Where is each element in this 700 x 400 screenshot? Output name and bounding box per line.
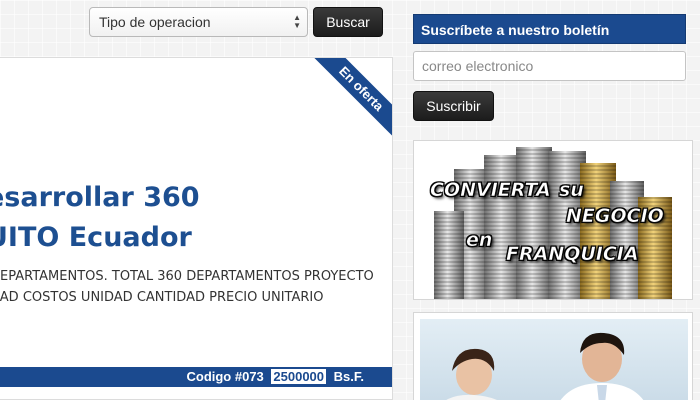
operation-type-select[interactable]: Tipo de operacion ▲ ▼	[89, 7, 308, 37]
listing-title-line2: UITO Ecuador	[0, 222, 192, 253]
listing-title-line1: esarrollar 360	[0, 182, 200, 213]
newsletter-title: Suscríbete a nuestro boletín	[413, 14, 686, 44]
listing-code-bar: Codigo #073 2500000 Bs.F.	[0, 367, 392, 387]
listing-description-line2: DAD COSTOS UNIDAD CANTIDAD PRECIO UNITAR…	[0, 290, 324, 305]
listing-currency: Bs.F.	[333, 369, 364, 384]
listing-code: Codigo #073	[186, 369, 264, 384]
listing-description-line1: DEPARTAMENTOS. TOTAL 360 DEPARTAMENTOS P…	[0, 269, 374, 284]
subscribe-button[interactable]: Suscribir	[413, 91, 494, 121]
banner-word-en: en	[466, 229, 493, 252]
banner-word-franquicia: FRANQUICIA	[506, 243, 639, 266]
business-people-image	[420, 319, 688, 400]
listing-card[interactable]: En oferta esarrollar 360 UITO Ecuador DE…	[0, 57, 393, 400]
listing-description: DEPARTAMENTOS. TOTAL 360 DEPARTAMENTOS P…	[0, 266, 382, 308]
select-arrows-icon: ▲ ▼	[293, 13, 301, 30]
franchise-banner[interactable]: CONVIERTA su NEGOCIO en FRANQUICIA	[413, 140, 693, 300]
banner-word-su: su	[559, 179, 584, 202]
people-photo-ad[interactable]	[413, 312, 693, 400]
search-button[interactable]: Buscar	[313, 7, 383, 37]
offer-ribbon-label: En oferta	[307, 58, 392, 143]
operation-type-value: Tipo de operacion	[99, 14, 211, 30]
listing-price: 2500000	[271, 369, 327, 384]
offer-ribbon: En oferta	[302, 58, 392, 148]
banner-word-negocio: NEGOCIO	[566, 205, 664, 228]
newsletter-email-input[interactable]	[413, 51, 686, 81]
banner-word-convierta: CONVIERTA	[430, 179, 551, 202]
listing-title[interactable]: esarrollar 360 UITO Ecuador	[0, 178, 378, 258]
